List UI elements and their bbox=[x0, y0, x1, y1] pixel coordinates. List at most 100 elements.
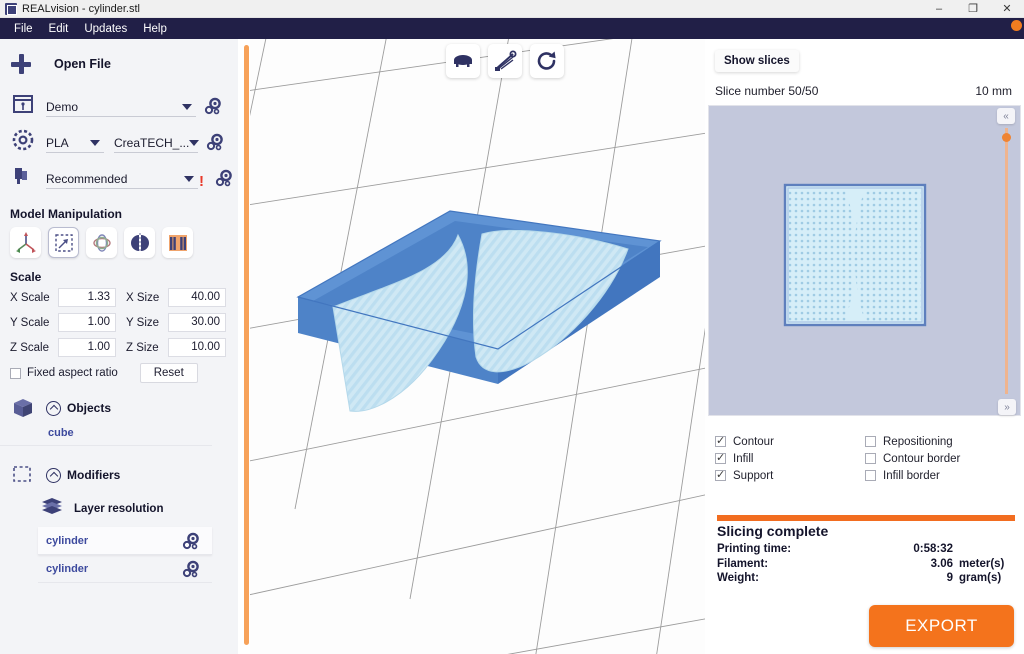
plus-icon bbox=[10, 53, 32, 75]
minimize-button[interactable]: – bbox=[922, 0, 956, 18]
objects-title: Objects bbox=[67, 401, 112, 415]
x-size-input[interactable]: 40.00 bbox=[168, 288, 226, 307]
layer-resolution-item[interactable]: Layer resolution bbox=[0, 488, 238, 527]
infill-checkbox[interactable] bbox=[715, 451, 726, 464]
modifiers-title: Modifiers bbox=[67, 468, 121, 482]
modifiers-header: Modifiers bbox=[0, 446, 238, 488]
objects-collapse-icon[interactable] bbox=[46, 400, 61, 416]
filament-label: Filament: bbox=[717, 557, 769, 570]
infill-border-checkbox[interactable] bbox=[865, 470, 876, 481]
chevron-down-icon bbox=[184, 175, 194, 182]
window-title: REALvision - cylinder.stl bbox=[22, 2, 140, 15]
repositioning-label: Repositioning bbox=[883, 435, 953, 448]
support-tool-button[interactable] bbox=[162, 227, 193, 258]
option-contour[interactable]: Contour bbox=[715, 433, 865, 450]
reset-button[interactable]: Reset bbox=[139, 363, 198, 383]
open-file-button[interactable]: Open File bbox=[0, 39, 238, 85]
support-checkbox[interactable] bbox=[715, 468, 726, 481]
stat-weight: Weight: 9 gram(s) bbox=[717, 571, 1015, 586]
quality-row: Recommended ! bbox=[0, 157, 238, 193]
quality-value: Recommended bbox=[46, 171, 128, 186]
quality-settings-gear-icon[interactable] bbox=[213, 167, 235, 189]
scale-row-y: Y Scale 1.00 Y Size 30.00 bbox=[10, 313, 238, 332]
material-row: PLA CreaTECH_... bbox=[0, 121, 238, 157]
option-repositioning[interactable]: Repositioning bbox=[865, 433, 1015, 450]
contour-border-checkbox[interactable] bbox=[865, 453, 876, 464]
left-sidebar: Open File Demo PLA CreaTECH_... Recommen… bbox=[0, 39, 238, 654]
fixed-aspect-checkbox[interactable] bbox=[10, 367, 21, 379]
chevron-down-icon bbox=[90, 139, 100, 146]
slider-track[interactable] bbox=[1005, 128, 1008, 394]
export-button[interactable]: EXPORT bbox=[869, 605, 1014, 647]
model-manipulation-toolbar bbox=[0, 227, 238, 258]
scale-row-x: X Scale 1.33 X Size 40.00 bbox=[10, 288, 238, 307]
support-label: Support bbox=[733, 469, 774, 482]
layer-resolution-label: Layer resolution bbox=[74, 502, 164, 515]
z-size-input[interactable]: 10.00 bbox=[168, 338, 226, 357]
contour-checkbox[interactable] bbox=[715, 434, 726, 447]
slider-up-button[interactable]: « bbox=[997, 108, 1015, 124]
repositioning-checkbox[interactable] bbox=[865, 436, 876, 447]
y-scale-input[interactable]: 1.00 bbox=[58, 313, 116, 332]
mirror-tool-button[interactable] bbox=[124, 227, 155, 258]
printing-time-unit bbox=[953, 542, 1015, 557]
app-window: REALvision - cylinder.stl – ❐ ✕ File Edi… bbox=[0, 0, 1024, 654]
rotate-tool-button[interactable] bbox=[86, 227, 117, 258]
z-scale-input[interactable]: 1.00 bbox=[58, 338, 116, 357]
viewport-3d[interactable] bbox=[250, 39, 705, 654]
slice-preview[interactable]: « » bbox=[708, 105, 1021, 416]
reset-view-tool-button[interactable] bbox=[530, 44, 564, 78]
menu-item-edit[interactable]: Edit bbox=[41, 21, 77, 37]
quality-select[interactable]: Recommended bbox=[46, 169, 198, 189]
slice-preview-image bbox=[709, 106, 999, 415]
show-slices-button[interactable]: Show slices bbox=[715, 50, 799, 72]
close-button[interactable]: ✕ bbox=[990, 0, 1024, 18]
progress-bar bbox=[717, 515, 1015, 521]
menu-item-help[interactable]: Help bbox=[135, 21, 175, 37]
menu-item-file[interactable]: File bbox=[6, 21, 41, 37]
slider-handle[interactable] bbox=[1002, 133, 1011, 142]
infill-border-label: Infill border bbox=[883, 469, 940, 482]
measure-tool-button[interactable] bbox=[488, 44, 522, 78]
modifiers-collapse-icon[interactable] bbox=[46, 467, 61, 483]
slice-number-label: Slice number 50/50 bbox=[715, 84, 819, 98]
modifier-item-cylinder-2[interactable]: cylinder bbox=[38, 555, 212, 583]
modifier-settings-gear-icon[interactable] bbox=[180, 558, 202, 580]
option-infill[interactable]: Infill bbox=[715, 450, 865, 467]
maximize-button[interactable]: ❐ bbox=[956, 0, 990, 18]
viewport-scene bbox=[250, 39, 705, 654]
printer-select[interactable]: Demo bbox=[46, 97, 196, 117]
sidebar-scrollbar[interactable] bbox=[244, 45, 249, 645]
modifier-settings-gear-icon[interactable] bbox=[180, 530, 202, 552]
scale-grid: X Scale 1.33 X Size 40.00 Y Scale 1.00 Y… bbox=[0, 288, 238, 357]
material-select[interactable]: PLA bbox=[46, 133, 104, 153]
option-support[interactable]: Support bbox=[715, 467, 865, 484]
slice-slider[interactable]: « » bbox=[997, 108, 1017, 415]
x-scale-label: X Scale bbox=[10, 291, 50, 304]
viewport-toolbar bbox=[446, 44, 564, 78]
z-scale-label: Z Scale bbox=[10, 341, 49, 354]
option-infill-border[interactable]: Infill border bbox=[865, 467, 1015, 484]
printer-icon bbox=[10, 91, 36, 117]
status-title: Slicing complete bbox=[717, 523, 829, 539]
weight-unit: gram(s) bbox=[959, 572, 1002, 584]
object-item-cube[interactable]: cube bbox=[0, 421, 212, 446]
modifier-item-cylinder-1[interactable]: cylinder bbox=[38, 527, 212, 555]
modifier-label: cylinder bbox=[46, 534, 89, 547]
menu-item-updates[interactable]: Updates bbox=[76, 21, 135, 37]
y-size-input[interactable]: 30.00 bbox=[168, 313, 226, 332]
move-tool-button[interactable] bbox=[10, 227, 41, 258]
printing-time-label: Printing time: bbox=[717, 543, 792, 555]
x-scale-input[interactable]: 1.33 bbox=[58, 288, 116, 307]
scale-row-z: Z Scale 1.00 Z Size 10.00 bbox=[10, 338, 238, 357]
option-contour-border[interactable]: Contour border bbox=[865, 450, 1015, 467]
notification-dot bbox=[1011, 20, 1022, 31]
slider-down-button[interactable]: » bbox=[998, 399, 1016, 415]
scale-tool-button[interactable] bbox=[48, 227, 79, 258]
view-tool-button[interactable] bbox=[446, 44, 480, 78]
printer-settings-gear-icon[interactable] bbox=[202, 95, 224, 117]
material-settings-gear-icon[interactable] bbox=[204, 131, 226, 153]
fixed-aspect-label: Fixed aspect ratio bbox=[27, 367, 118, 379]
profile-select[interactable]: CreaTECH_... bbox=[114, 133, 200, 153]
fixed-aspect-row: Fixed aspect ratio Reset bbox=[0, 363, 238, 383]
